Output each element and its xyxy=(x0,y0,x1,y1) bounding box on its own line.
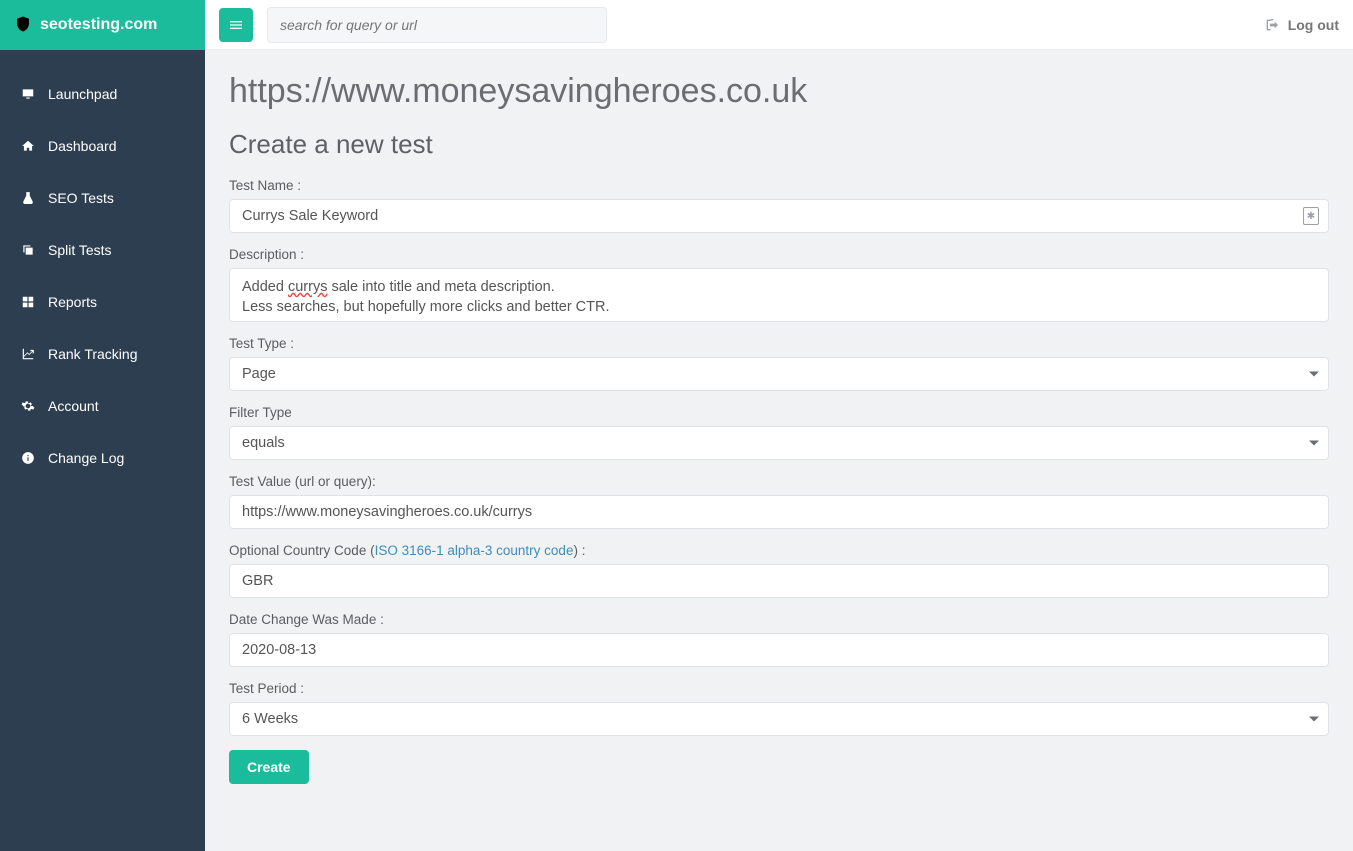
search-input[interactable] xyxy=(267,7,607,43)
sidebar-item-split-tests[interactable]: Split Tests xyxy=(0,224,205,276)
filter-type-label: Filter Type xyxy=(229,405,1329,420)
sidebar-item-label: Change Log xyxy=(48,450,124,466)
description-textarea[interactable]: Added currys sale into title and meta de… xyxy=(229,268,1329,322)
sidebar-item-seo-tests[interactable]: SEO Tests xyxy=(0,172,205,224)
test-value-input[interactable] xyxy=(229,495,1329,529)
logout-button[interactable]: Log out xyxy=(1264,17,1339,33)
gear-icon xyxy=(20,399,36,413)
sidebar-item-dashboard[interactable]: Dashboard xyxy=(0,120,205,172)
home-icon xyxy=(20,139,36,153)
test-name-label: Test Name : xyxy=(229,178,1329,193)
sidebar-item-label: Launchpad xyxy=(48,86,117,102)
content: https://www.moneysavingheroes.co.uk Crea… xyxy=(205,50,1353,814)
sidebar: seotesting.com Launchpad Dashboard SEO T… xyxy=(0,0,205,851)
page-title: https://www.moneysavingheroes.co.uk xyxy=(229,72,1329,111)
filter-type-select[interactable]: equals xyxy=(229,426,1329,460)
main-column: Log out https://www.moneysavingheroes.co… xyxy=(205,0,1353,851)
date-change-input[interactable] xyxy=(229,633,1329,667)
sidebar-item-label: Split Tests xyxy=(48,242,112,258)
sidebar-header: seotesting.com xyxy=(0,0,205,50)
section-title: Create a new test xyxy=(229,129,1329,160)
country-code-label: Optional Country Code (ISO 3166-1 alpha-… xyxy=(229,543,1329,558)
brand-name: seotesting.com xyxy=(40,16,157,34)
info-icon xyxy=(20,451,36,465)
sidebar-item-launchpad[interactable]: Launchpad xyxy=(0,68,205,120)
shield-icon xyxy=(14,15,32,36)
chart-icon xyxy=(20,347,36,361)
test-value-label: Test Value (url or query): xyxy=(229,474,1329,489)
test-period-select[interactable]: 6 Weeks xyxy=(229,702,1329,736)
hamburger-icon xyxy=(228,17,244,33)
menu-toggle-button[interactable] xyxy=(219,8,253,42)
test-type-label: Test Type : xyxy=(229,336,1329,351)
test-type-select[interactable]: Page xyxy=(229,357,1329,391)
topbar: Log out xyxy=(205,0,1353,50)
sidebar-item-label: Account xyxy=(48,398,99,414)
sidebar-nav: Launchpad Dashboard SEO Tests Split Test… xyxy=(0,50,205,484)
sidebar-item-reports[interactable]: Reports xyxy=(0,276,205,328)
grid-icon xyxy=(20,295,36,309)
sidebar-item-label: SEO Tests xyxy=(48,190,114,206)
sidebar-item-change-log[interactable]: Change Log xyxy=(0,432,205,484)
sidebar-item-account[interactable]: Account xyxy=(0,380,205,432)
date-change-label: Date Change Was Made : xyxy=(229,612,1329,627)
sidebar-item-label: Rank Tracking xyxy=(48,346,137,362)
test-name-input[interactable] xyxy=(229,199,1329,233)
sidebar-item-label: Dashboard xyxy=(48,138,117,154)
description-label: Description : xyxy=(229,247,1329,262)
logout-icon xyxy=(1264,17,1280,33)
create-button[interactable]: Create xyxy=(229,750,309,784)
copy-icon xyxy=(20,243,36,257)
country-code-input[interactable] xyxy=(229,564,1329,598)
test-period-label: Test Period : xyxy=(229,681,1329,696)
logout-label: Log out xyxy=(1288,17,1339,33)
iso-link[interactable]: ISO 3166-1 alpha-3 country code xyxy=(375,543,574,558)
sidebar-item-rank-tracking[interactable]: Rank Tracking xyxy=(0,328,205,380)
monitor-icon xyxy=(20,87,36,101)
flask-icon xyxy=(20,191,36,205)
sidebar-item-label: Reports xyxy=(48,294,97,310)
